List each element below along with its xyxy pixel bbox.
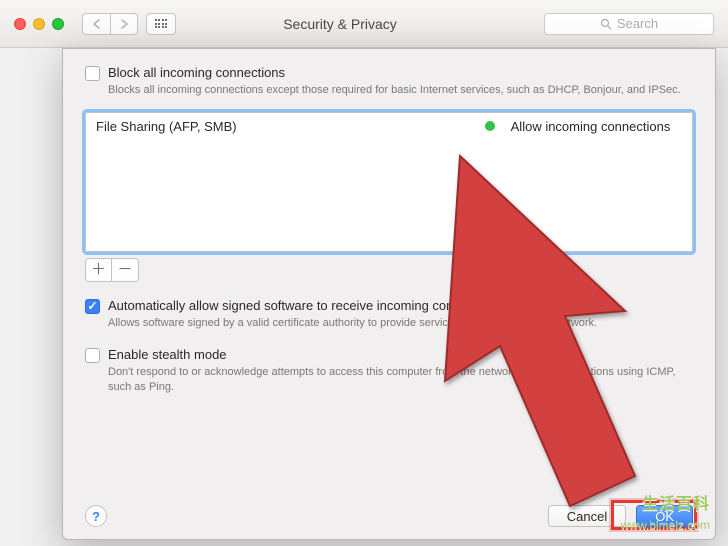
stealth-description: Don't respond to or acknowledge attempts…	[108, 365, 693, 395]
remove-button[interactable]: －	[112, 259, 138, 281]
nav-buttons	[82, 13, 138, 35]
block-all-checkbox[interactable]	[85, 66, 100, 81]
status-dot-icon	[485, 121, 495, 131]
close-icon[interactable]	[14, 18, 26, 30]
stealth-checkbox[interactable]	[85, 348, 100, 363]
search-placeholder: Search	[617, 16, 658, 31]
search-icon	[600, 18, 612, 30]
block-all-label: Block all incoming connections	[108, 65, 285, 80]
search-field[interactable]: Search	[544, 13, 714, 35]
add-remove-group: ＋ －	[85, 258, 139, 282]
titlebar: Security & Privacy Search	[0, 0, 728, 48]
watermark-logo: 生活百科	[642, 490, 710, 514]
stealth-label: Enable stealth mode	[108, 347, 227, 362]
list-item[interactable]: File Sharing (AFP, SMB) Allow incoming c…	[96, 119, 682, 134]
auto-allow-checkbox[interactable]	[85, 299, 100, 314]
stealth-row[interactable]: Enable stealth mode	[85, 347, 693, 363]
block-all-description: Blocks all incoming connections except t…	[108, 83, 693, 98]
traffic-lights	[14, 18, 64, 30]
list-item-name: File Sharing (AFP, SMB)	[96, 119, 237, 134]
auto-allow-description: Allows software signed by a valid certif…	[108, 316, 693, 331]
forward-button[interactable]	[110, 13, 138, 35]
zoom-icon[interactable]	[52, 18, 64, 30]
window-title: Security & Privacy	[144, 16, 536, 32]
minimize-icon[interactable]	[33, 18, 45, 30]
cancel-button[interactable]: Cancel	[548, 505, 626, 527]
watermark-url: www.bimeiz.com	[621, 518, 710, 532]
list-item-status: Allow incoming connections	[511, 119, 671, 134]
back-button[interactable]	[82, 13, 110, 35]
block-all-row[interactable]: Block all incoming connections	[85, 65, 693, 81]
auto-allow-row[interactable]: Automatically allow signed software to r…	[85, 298, 693, 314]
help-button[interactable]: ?	[85, 505, 107, 527]
add-button[interactable]: ＋	[86, 259, 112, 281]
firewall-app-list[interactable]: File Sharing (AFP, SMB) Allow incoming c…	[85, 112, 693, 252]
sheet-footer: ? Cancel OK	[85, 505, 693, 527]
firewall-options-sheet: Block all incoming connections Blocks al…	[62, 48, 716, 540]
auto-allow-label: Automatically allow signed software to r…	[108, 298, 502, 313]
